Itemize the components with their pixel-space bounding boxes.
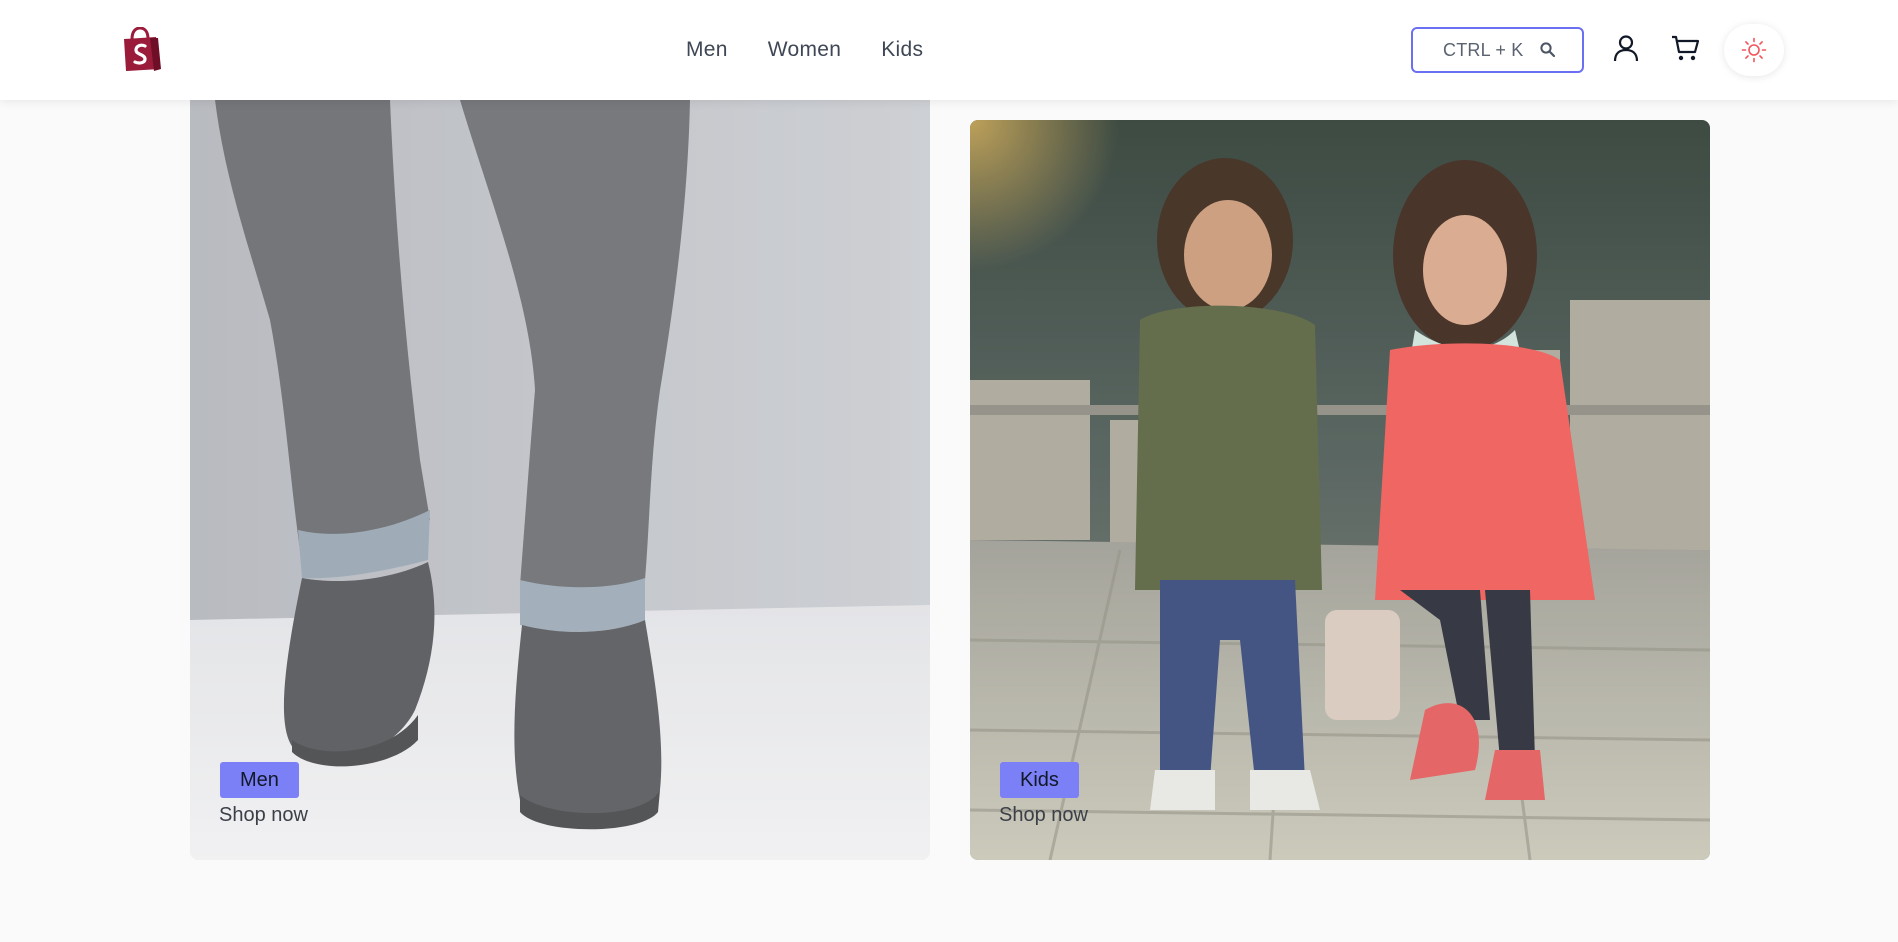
shop-now-link-men[interactable]: Shop now [219, 802, 308, 828]
nav-item-kids[interactable]: Kids [881, 30, 923, 70]
nav-item-women[interactable]: Women [768, 30, 841, 70]
sun-icon [1741, 37, 1767, 63]
search-shortcut-hint: CTRL + K [1443, 39, 1524, 60]
search-button[interactable]: CTRL + K [1411, 27, 1584, 73]
kids-category-image [970, 120, 1710, 860]
main-nav: Men Women Kids [686, 30, 963, 70]
account-icon[interactable] [1611, 33, 1641, 63]
search-icon [1540, 42, 1556, 58]
category-card-men[interactable]: Men Shop now [190, 100, 930, 860]
theme-toggle-button[interactable] [1724, 24, 1784, 76]
shop-now-link-kids[interactable]: Shop now [999, 802, 1088, 828]
category-card-kids[interactable]: Kids Shop now [970, 120, 1710, 860]
card-label-men: Men [220, 762, 299, 798]
men-category-image [190, 100, 930, 860]
card-label-kids: Kids [1000, 762, 1079, 798]
nav-item-men[interactable]: Men [686, 30, 728, 70]
top-navigation-bar: Men Women Kids CTRL + K [0, 0, 1898, 100]
shopping-bag-logo-icon[interactable] [120, 27, 162, 73]
cart-icon[interactable] [1670, 33, 1700, 63]
